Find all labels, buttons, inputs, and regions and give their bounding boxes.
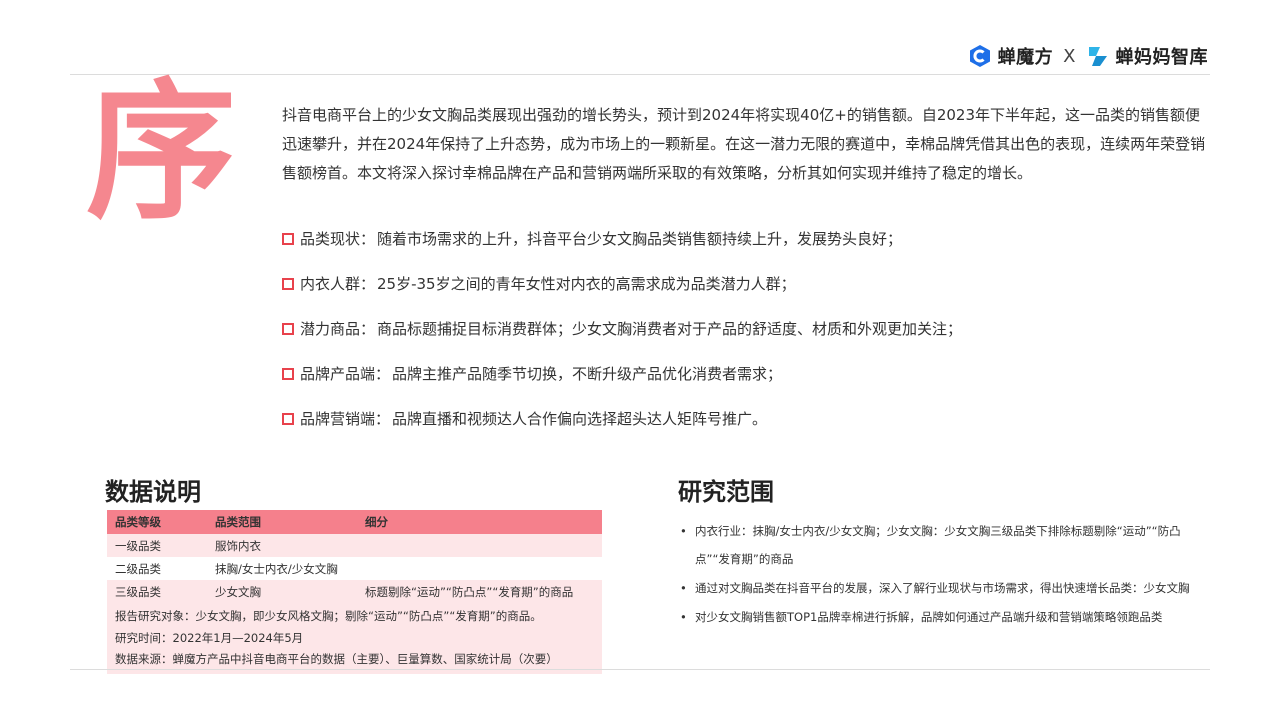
table-cell: 服饰内衣 <box>207 534 357 557</box>
scope-list-item: 内衣行业：抹胸/女士内衣/少女文胸；少女文胸：少女文胸三级品类下排除标题剔除“运… <box>680 517 1190 573</box>
data-note-line: 数据来源：蝉魔方产品中抖音电商平台的数据（主要）、巨量算数、国家统计局（次要） <box>115 652 558 666</box>
table-cell: 二级品类 <box>107 557 207 580</box>
scope-list-item: 通过对文胸品类在抖音平台的发展，深入了解行业现状与市场需求，得出快速增长品类：少… <box>680 574 1190 602</box>
chanmama-logo-text: 蝉妈妈智库 <box>1115 47 1208 68</box>
data-section-title: 数据说明 <box>105 478 201 506</box>
preface-decorative-char: 序 <box>86 66 237 240</box>
summary-bullet: 品牌营销端： 品牌直播和视频达人合作偏向选择超头达人矩阵号推广。 <box>282 396 1212 441</box>
brand-logo-bar: 蝉魔方 X 蝉妈妈智库 <box>968 42 1208 70</box>
scope-section-title: 研究范围 <box>678 478 774 506</box>
table-header-cell: 细分 <box>357 510 602 534</box>
table-cell: 标题剔除“运动”“防凸点”“发育期”的商品 <box>357 580 602 603</box>
scope-list: 内衣行业：抹胸/女士内衣/少女文胸；少女文胸：少女文胸三级品类下排除标题剔除“运… <box>680 517 1190 632</box>
chanmama-logo-icon <box>1088 47 1107 66</box>
data-notes-block: 报告研究对象：少女文胸，即少女风格文胸；剔除“运动”“防凸点”“发育期”的商品。… <box>107 603 602 674</box>
square-bullet-icon <box>282 412 294 425</box>
category-table: 品类等级 品类范围 细分 一级品类 服饰内衣 二级品类 抹胸/女士内衣/少女文胸… <box>107 510 602 603</box>
data-note-line: 研究时间：2022年1月—2024年5月 <box>115 630 304 645</box>
bullet-title: 品牌产品端： <box>300 365 391 383</box>
table-row: 一级品类 服饰内衣 <box>107 534 602 557</box>
table-row: 三级品类 少女文胸 标题剔除“运动”“防凸点”“发育期”的商品 <box>107 580 602 603</box>
table-cell <box>357 534 602 557</box>
summary-bullet-list: 品类现状： 随着市场需求的上升，抖音平台少女文胸品类销售额持续上升，发展势头良好；… <box>282 216 1212 441</box>
table-cell: 少女文胸 <box>207 580 357 603</box>
table-cell <box>357 557 602 580</box>
table-cell: 抹胸/女士内衣/少女文胸 <box>207 557 357 580</box>
table-cell: 三级品类 <box>107 580 207 603</box>
summary-bullet: 品牌产品端： 品牌主推产品随季节切换，不断升级产品优化消费者需求； <box>282 351 1212 396</box>
table-header-cell: 品类范围 <box>207 510 357 534</box>
bottom-divider <box>70 669 1210 670</box>
bullet-text: 25岁-35岁之间的青年女性对内衣的高需求成为品类潜力人群； <box>377 275 796 293</box>
table-cell: 一级品类 <box>107 534 207 557</box>
top-divider <box>70 74 1210 75</box>
bullet-title: 内衣人群： <box>300 275 376 293</box>
summary-bullet: 品类现状： 随着市场需求的上升，抖音平台少女文胸品类销售额持续上升，发展势头良好； <box>282 216 1212 261</box>
square-bullet-icon <box>282 367 294 380</box>
square-bullet-icon <box>282 277 294 290</box>
chanmofang-logo-text: 蝉魔方 <box>997 47 1054 68</box>
table-row: 二级品类 抹胸/女士内衣/少女文胸 <box>107 557 602 580</box>
logo-separator: X <box>1063 45 1076 67</box>
bullet-text: 随着市场需求的上升，抖音平台少女文胸品类销售额持续上升，发展势头良好； <box>377 230 903 248</box>
intro-paragraph: 抖音电商平台上的少女文胸品类展现出强劲的增长势头，预计到2024年将实现40亿+… <box>282 106 1206 182</box>
bullet-title: 潜力商品： <box>300 320 376 338</box>
summary-bullet: 内衣人群： 25岁-35岁之间的青年女性对内衣的高需求成为品类潜力人群； <box>282 261 1212 306</box>
data-note-line: 报告研究对象：少女文胸，即少女风格文胸；剔除“运动”“防凸点”“发育期”的商品。 <box>115 609 542 623</box>
summary-bullet: 潜力商品： 商品标题捕捉目标消费群体；少女文胸消费者对于产品的舒适度、材质和外观更… <box>282 306 1212 351</box>
square-bullet-icon <box>282 232 294 245</box>
bullet-text: 商品标题捕捉目标消费群体；少女文胸消费者对于产品的舒适度、材质和外观更加关注； <box>377 320 963 338</box>
table-header-row: 品类等级 品类范围 细分 <box>107 510 602 534</box>
chanmofang-logo-icon <box>969 45 990 67</box>
scope-list-item: 对少女文胸销售额TOP1品牌幸棉进行拆解，品牌如何通过产品端升级和营销端策略领跑… <box>680 603 1190 631</box>
square-bullet-icon <box>282 322 294 335</box>
bullet-text: 品牌直播和视频达人合作偏向选择超头达人矩阵号推广。 <box>392 410 768 428</box>
bullet-title: 品牌营销端： <box>300 410 391 428</box>
bullet-text: 品牌主推产品随季节切换，不断升级产品优化消费者需求； <box>392 365 783 383</box>
table-header-cell: 品类等级 <box>107 510 207 534</box>
bullet-title: 品类现状： <box>300 230 376 248</box>
